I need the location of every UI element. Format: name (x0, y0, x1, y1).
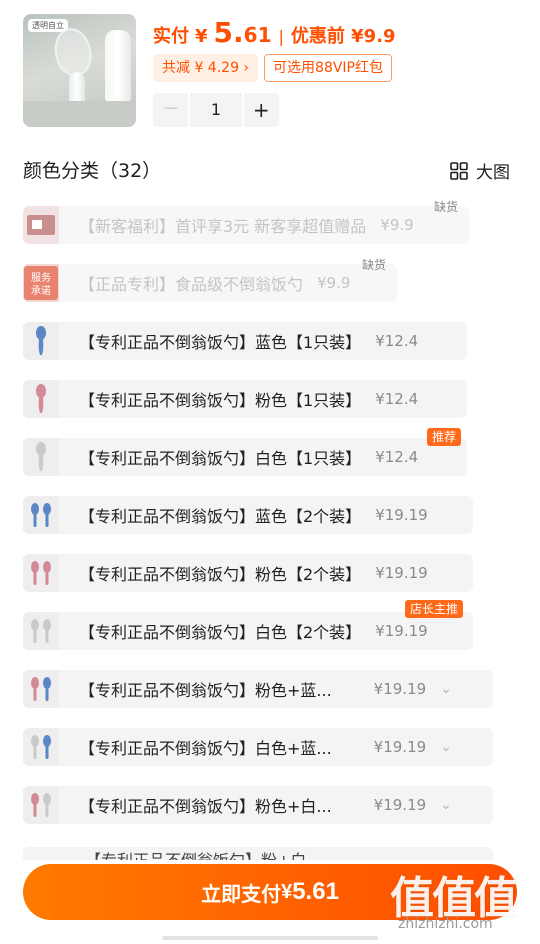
chevron-down-icon[interactable]: ⌄ (440, 681, 452, 697)
option-price: ¥19.19 (373, 738, 427, 756)
rice-cooker-shape (105, 30, 131, 102)
option-item[interactable]: 【专利正品不倒翁饭勺】粉色【1只装】 ¥12.4 (23, 380, 467, 418)
option-price: ¥12.4 (375, 390, 419, 408)
recommend-badge: 推荐 (427, 428, 462, 446)
option-name: 【新客福利】首评享3元 新客享超值赠品 (79, 217, 367, 236)
spoon-icon (23, 322, 59, 360)
price-integer: 5. (213, 16, 244, 49)
quantity-input[interactable]: 1 (190, 93, 242, 127)
before-discount-price: 优惠前 ¥9.9 (290, 26, 396, 47)
option-name: 【专利正品不倒翁饭勺】白色+蓝... (79, 739, 332, 758)
quantity-stepper: － 1 + (153, 93, 279, 127)
out-of-stock-label: 缺货 (362, 258, 387, 272)
chevron-down-icon[interactable]: ⌄ (440, 739, 452, 755)
grid-icon (450, 161, 468, 180)
option-item[interactable]: 【新客福利】首评享3元 新客享超值赠品 ¥9.9 (23, 206, 469, 244)
home-indicator (162, 936, 378, 940)
pay-currency: ¥ (281, 880, 293, 903)
increase-button[interactable]: + (243, 93, 279, 127)
spoon-head-shape (50, 24, 96, 80)
price-line: 实付 ¥ 5. 61 | 优惠前 ¥9.9 (153, 16, 396, 52)
option-price: ¥19.19 (375, 564, 428, 582)
option-name: 【专利正品不倒翁饭勺】蓝色【2个装】 (79, 507, 362, 526)
option-price: ¥12.4 (375, 332, 419, 350)
big-image-toggle[interactable]: 大图 (450, 158, 510, 183)
option-thumb: 服务 承诺 (23, 264, 59, 302)
pay-amount: 5.61 (292, 878, 339, 905)
option-item-partial[interactable]: 【专利正品不倒翁饭勺】粉+白... (23, 840, 493, 860)
option-item[interactable]: 【专利正品不倒翁饭勺】蓝色【2个装】 ¥19.19 (23, 496, 473, 534)
watermark-url: zhizhizhi.com (398, 916, 493, 932)
option-item[interactable]: 【专利正品不倒翁饭勺】白色+蓝... ¥19.19 ⌄ (23, 728, 493, 766)
option-price: ¥9.9 (317, 274, 351, 292)
spoon-pair-icon (23, 612, 59, 650)
spoon-pair-icon (23, 554, 59, 592)
option-price: ¥19.19 (373, 796, 427, 814)
option-name: 【专利正品不倒翁饭勺】粉色+蓝... (79, 681, 332, 700)
currency-symbol: ¥ (195, 26, 208, 47)
paid-label: 实付 (153, 26, 189, 47)
big-image-label: 大图 (476, 163, 510, 183)
svg-text:承诺: 承诺 (31, 285, 51, 297)
chevron-down-icon[interactable]: ⌄ (440, 797, 452, 813)
options-title: 颜色分类（32） (23, 160, 162, 182)
option-price: ¥12.4 (375, 448, 419, 466)
pay-label: 立即支付 (201, 883, 282, 906)
option-price: ¥19.19 (375, 622, 428, 640)
manager-pick-badge: 店长主推 (405, 600, 464, 618)
option-name: 【专利正品不倒翁饭勺】粉+白... (85, 847, 322, 860)
spoon-icon (23, 380, 59, 418)
spoon-pair-icon (23, 670, 59, 708)
option-name: 【专利正品不倒翁饭勺】白色【1只装】 (79, 449, 362, 468)
option-item[interactable]: 【专利正品不倒翁饭勺】白色【2个装】 ¥19.19 (23, 612, 473, 650)
option-item[interactable]: 【专利正品不倒翁饭勺】白色【1只装】 ¥12.4 (23, 438, 467, 476)
discount-detail-button[interactable]: 共减 ¥ 4.29 › (153, 54, 259, 82)
option-name: 【专利正品不倒翁饭勺】白色【2个装】 (79, 623, 362, 642)
partial-row: 【专利正品不倒翁饭勺】粉+白... (23, 847, 493, 860)
table-surface (23, 101, 136, 127)
option-item[interactable]: 【专利正品不倒翁饭勺】蓝色【1只装】 ¥12.4 (23, 322, 467, 360)
price-decimal: 61 (243, 23, 272, 47)
price-separator: | (278, 27, 284, 46)
option-price: ¥19.19 (373, 680, 427, 698)
spoon-pair-icon (23, 786, 59, 824)
option-item[interactable]: 【专利正品不倒翁饭勺】粉色+蓝... ¥19.19 ⌄ (23, 670, 493, 708)
option-price: ¥9.9 (380, 216, 414, 234)
option-item[interactable]: 【专利正品不倒翁饭勺】粉色+白... ¥19.19 ⌄ (23, 786, 493, 824)
spoon-icon (23, 438, 59, 476)
option-price: ¥19.19 (375, 506, 428, 524)
svg-text:服务: 服务 (31, 271, 51, 284)
option-name: 【专利正品不倒翁饭勺】蓝色【1只装】 (79, 333, 362, 352)
discount-row: 共减 ¥ 4.29 › 可选用88VIP红包 (153, 54, 392, 82)
option-item[interactable]: 【专利正品不倒翁饭勺】粉色【2个装】 ¥19.19 (23, 554, 473, 592)
product-thumbnail[interactable]: 透明自立 (23, 14, 136, 127)
option-name: 【正品专利】食品级不倒翁饭勺 (79, 275, 304, 294)
out-of-stock-label: 缺货 (434, 200, 459, 214)
decrease-button[interactable]: － (153, 93, 189, 127)
option-name: 【专利正品不倒翁饭勺】粉色【2个装】 (79, 565, 362, 584)
option-thumb (23, 206, 59, 244)
vip-coupon-button[interactable]: 可选用88VIP红包 (264, 54, 392, 82)
spoon-pair-icon (23, 496, 59, 534)
option-name: 【专利正品不倒翁饭勺】粉色【1只装】 (79, 391, 362, 410)
option-item[interactable]: 服务 承诺 【正品专利】食品级不倒翁饭勺 ¥9.9 (23, 264, 397, 302)
spoon-pair-icon (23, 728, 59, 766)
option-name: 【专利正品不倒翁饭勺】粉色+白... (79, 797, 332, 816)
